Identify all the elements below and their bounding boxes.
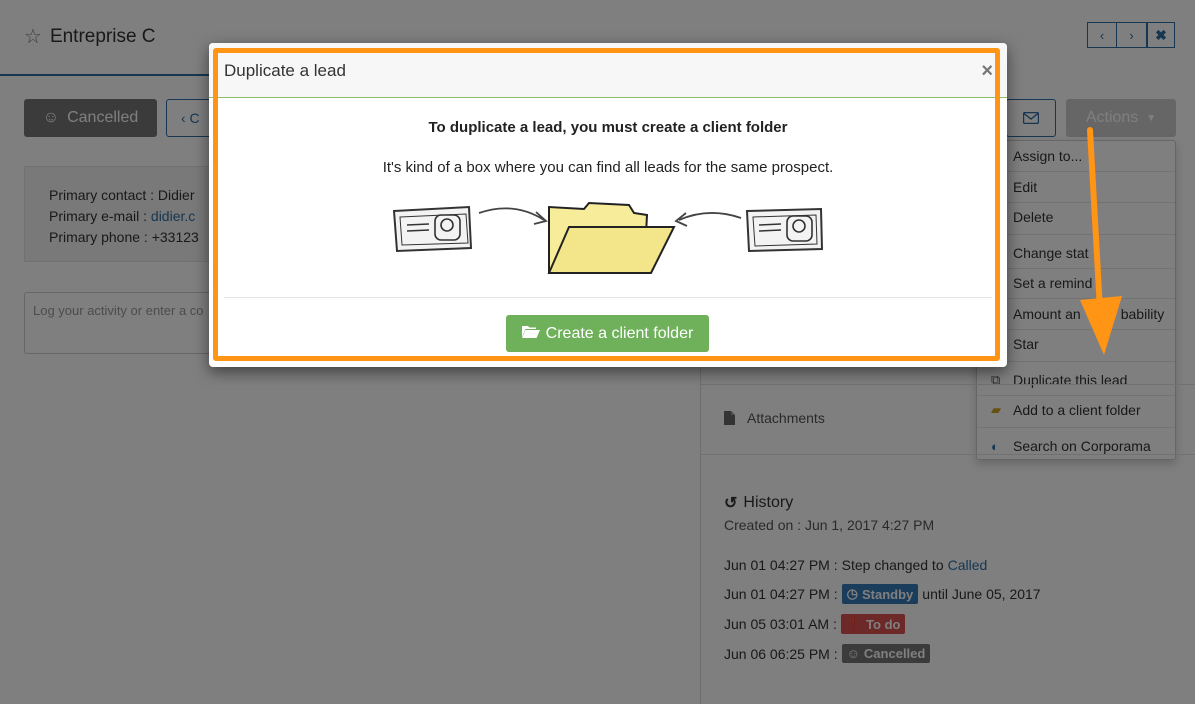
annotation-arrow: [1080, 127, 1122, 355]
annotation-highlight-box: [213, 48, 1000, 361]
